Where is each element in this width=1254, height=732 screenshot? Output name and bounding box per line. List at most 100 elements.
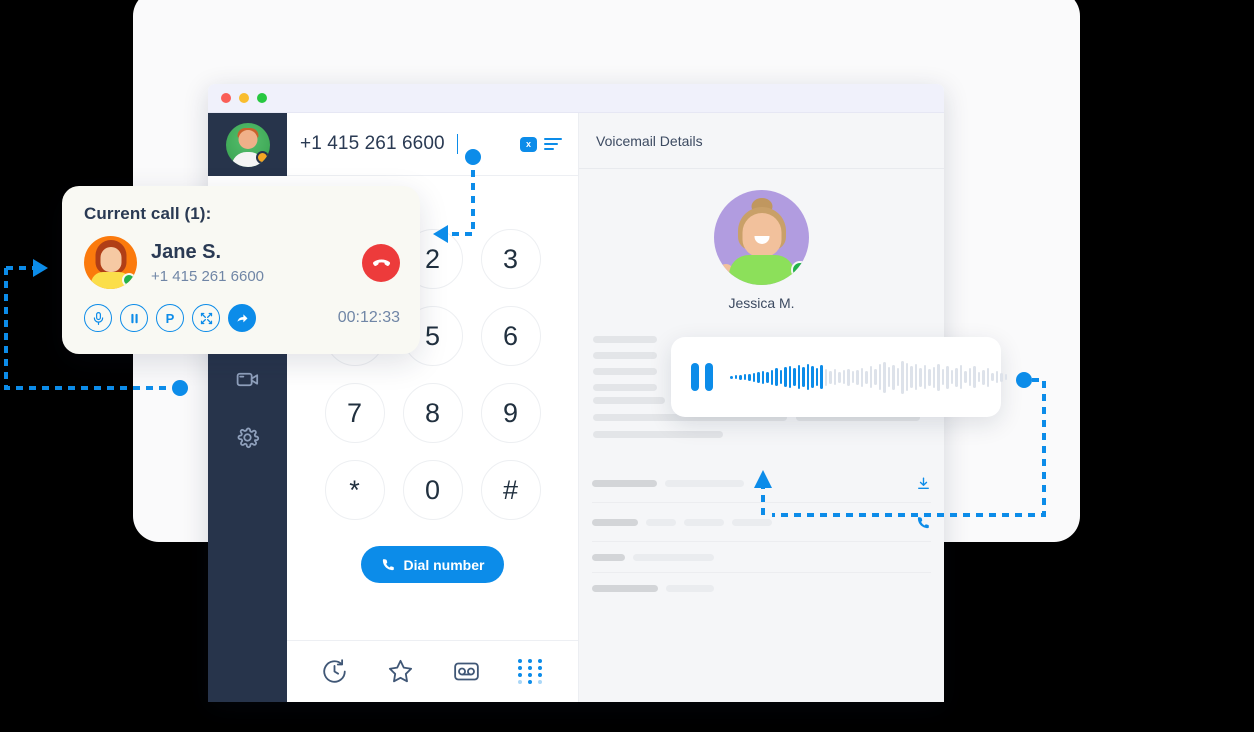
dial-number-button[interactable]: Dial number [360, 546, 505, 583]
waveform-bar [986, 367, 989, 387]
voicemail-list [579, 464, 944, 603]
list-item-skeleton [592, 480, 907, 487]
tab-favorites[interactable] [386, 657, 415, 686]
key-3[interactable]: 3 [480, 229, 541, 289]
key-8[interactable]: 8 [402, 383, 463, 443]
waveform-bar [856, 369, 859, 385]
key-hash[interactable]: # [480, 460, 541, 520]
status-badge [791, 261, 809, 279]
waveform-bar [878, 364, 881, 390]
callback-button[interactable] [916, 515, 931, 530]
waveform[interactable] [730, 360, 1007, 394]
tab-voicemail[interactable] [452, 657, 481, 686]
waveform-bar [865, 370, 868, 384]
number-input-row[interactable]: +1 415 261 6600 x [287, 113, 578, 176]
sidebar-item-video[interactable] [208, 350, 287, 408]
avatar-shirt [728, 255, 795, 285]
waveform-bar [748, 373, 751, 381]
waveform-bar [851, 371, 854, 383]
forward-button[interactable] [228, 304, 256, 332]
menu-icon[interactable] [544, 138, 562, 150]
keypad-icon [518, 659, 545, 684]
dial-number-label: Dial number [403, 556, 485, 573]
waveform-bar [883, 361, 886, 393]
waveform-bar [770, 369, 773, 385]
list-item[interactable] [592, 503, 931, 542]
key-9[interactable]: 9 [480, 383, 541, 443]
skeleton-line [593, 384, 657, 391]
text-caret [456, 134, 459, 154]
waveform-bar [946, 365, 949, 389]
key-star[interactable]: * [324, 460, 385, 520]
waveform-bar [955, 367, 958, 387]
clear-icon[interactable]: x [520, 136, 537, 152]
list-item-skeleton [592, 554, 931, 561]
key-7[interactable]: 7 [324, 383, 385, 443]
sidebar-avatar-wrap[interactable] [208, 113, 287, 176]
caller-info: Jane S. +1 415 261 6600 [151, 241, 348, 285]
list-item[interactable] [592, 573, 931, 603]
tab-keypad[interactable] [518, 659, 545, 684]
minimize-icon[interactable] [239, 93, 249, 103]
waveform-bar [829, 370, 832, 384]
waveform-bar [869, 366, 872, 388]
waveform-bar [937, 363, 940, 391]
avatar-face [742, 213, 781, 257]
key-6[interactable]: 6 [480, 306, 541, 366]
hangup-button[interactable] [362, 243, 400, 282]
list-item-skeleton [592, 585, 931, 592]
avatar-face [100, 247, 121, 272]
download-button[interactable] [916, 476, 931, 491]
gear-icon [237, 427, 260, 448]
current-call-contact: Jane S. +1 415 261 6600 [84, 236, 400, 289]
key-0[interactable]: 0 [402, 460, 463, 520]
waveform-bar [968, 368, 971, 386]
skeleton-line [732, 519, 772, 526]
voicemail-contact: Jessica M. [579, 169, 944, 320]
waveform-bar [896, 368, 899, 386]
skeleton-line [684, 519, 724, 526]
transfer-button[interactable] [192, 304, 220, 332]
waveform-bar [887, 367, 890, 387]
pause-button[interactable] [691, 363, 713, 391]
waveform-bar [757, 371, 760, 383]
park-button[interactable]: P [156, 304, 184, 332]
waveform-bar [914, 364, 917, 390]
waveform-bar [919, 367, 922, 387]
list-item[interactable] [592, 464, 931, 503]
close-icon[interactable] [221, 93, 231, 103]
skeleton-line [592, 480, 657, 487]
waveform-bar [788, 366, 791, 388]
current-call-footer: P 00:12:33 [84, 304, 400, 332]
mute-button[interactable] [84, 304, 112, 332]
skeleton-line [592, 554, 625, 561]
sidebar-item-settings[interactable] [208, 408, 287, 466]
waveform-bar [802, 367, 805, 387]
avatar-face [238, 129, 257, 149]
waveform-bar [860, 367, 863, 387]
hold-button[interactable] [120, 304, 148, 332]
window-titlebar [208, 84, 944, 113]
call-duration: 00:12:33 [337, 309, 400, 326]
skeleton-line [593, 397, 665, 404]
contact-avatar [714, 190, 809, 285]
skeleton-row [593, 431, 926, 438]
tab-recents[interactable] [320, 657, 349, 686]
avatar[interactable] [225, 122, 270, 167]
list-item[interactable] [592, 542, 931, 573]
maximize-icon[interactable] [257, 93, 267, 103]
waveform-bar [964, 371, 967, 383]
waveform-bar [950, 370, 953, 384]
waveform-bar [874, 369, 877, 385]
call-controls: P [84, 304, 256, 332]
skeleton-line [633, 554, 714, 561]
video-icon [236, 372, 259, 386]
waveform-bar [824, 368, 827, 386]
number-input[interactable]: +1 415 261 6600 [300, 133, 445, 155]
status-badge [122, 273, 136, 287]
waveform-bar [892, 364, 895, 390]
caller-name: Jane S. [151, 240, 222, 263]
skeleton-line [593, 431, 723, 438]
waveform-bar [901, 360, 904, 394]
waveform-bar [977, 372, 980, 382]
